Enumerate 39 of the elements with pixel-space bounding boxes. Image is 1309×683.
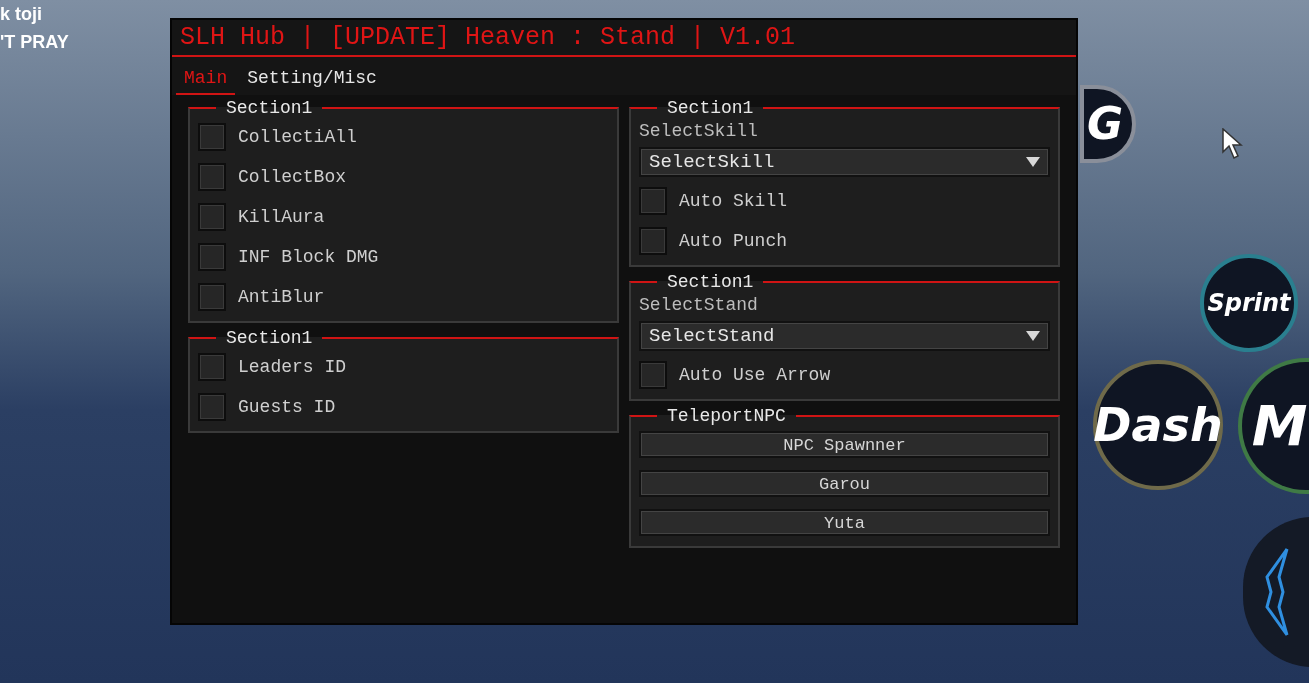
toggle-label: Guests ID: [238, 395, 336, 419]
checkbox[interactable]: [198, 123, 226, 151]
toggle-label: Auto Skill: [679, 189, 788, 213]
checkbox[interactable]: [639, 227, 667, 255]
toggle-label: AntiBlur: [238, 285, 325, 309]
section-title: Section1: [225, 99, 314, 117]
checkbox[interactable]: [198, 203, 226, 231]
window-title: SLH Hub | [UPDATE] Heaven : Stand | V1.01: [180, 21, 796, 54]
player-name-text: k toji: [0, 3, 43, 26]
section-title: Section1: [225, 329, 314, 347]
toggle-label: INF Block DMG: [238, 245, 379, 269]
section-title: Section1: [666, 273, 755, 291]
checkbox[interactable]: [198, 163, 226, 191]
checkbox[interactable]: [198, 393, 226, 421]
dropdown-label: SelectStand: [639, 294, 759, 317]
toggle-label: CollectBox: [238, 165, 347, 189]
checkbox[interactable]: [639, 361, 667, 389]
checkbox[interactable]: [198, 353, 226, 381]
dropdown-label: SelectSkill: [639, 120, 759, 143]
toggle-label: CollectiAll: [238, 125, 357, 149]
checkbox[interactable]: [198, 243, 226, 271]
checkbox[interactable]: [639, 187, 667, 215]
section-title: Section1: [666, 99, 755, 117]
mouse-cursor-icon: [1222, 128, 1244, 160]
player-name-text: 'T PRAY: [0, 31, 69, 54]
dropdown[interactable]: SelectSkill: [639, 147, 1050, 177]
tab[interactable]: Setting/Misc: [239, 63, 385, 95]
checkbox[interactable]: [198, 283, 226, 311]
teleport-button[interactable]: NPC Spawnner: [639, 431, 1050, 458]
dropdown[interactable]: SelectStand: [639, 321, 1050, 351]
caret-icon: [1026, 157, 1040, 167]
teleport-button[interactable]: Yuta: [639, 509, 1050, 536]
caret-icon: [1026, 331, 1040, 341]
toggle-label: Leaders ID: [238, 355, 347, 379]
teleport-button[interactable]: Garou: [639, 470, 1050, 497]
toggle-label: Auto Use Arrow: [679, 363, 831, 387]
toggle-label: Auto Punch: [679, 229, 788, 253]
section-title: TeleportNPC: [666, 407, 787, 425]
toggle-label: KillAura: [238, 205, 325, 229]
